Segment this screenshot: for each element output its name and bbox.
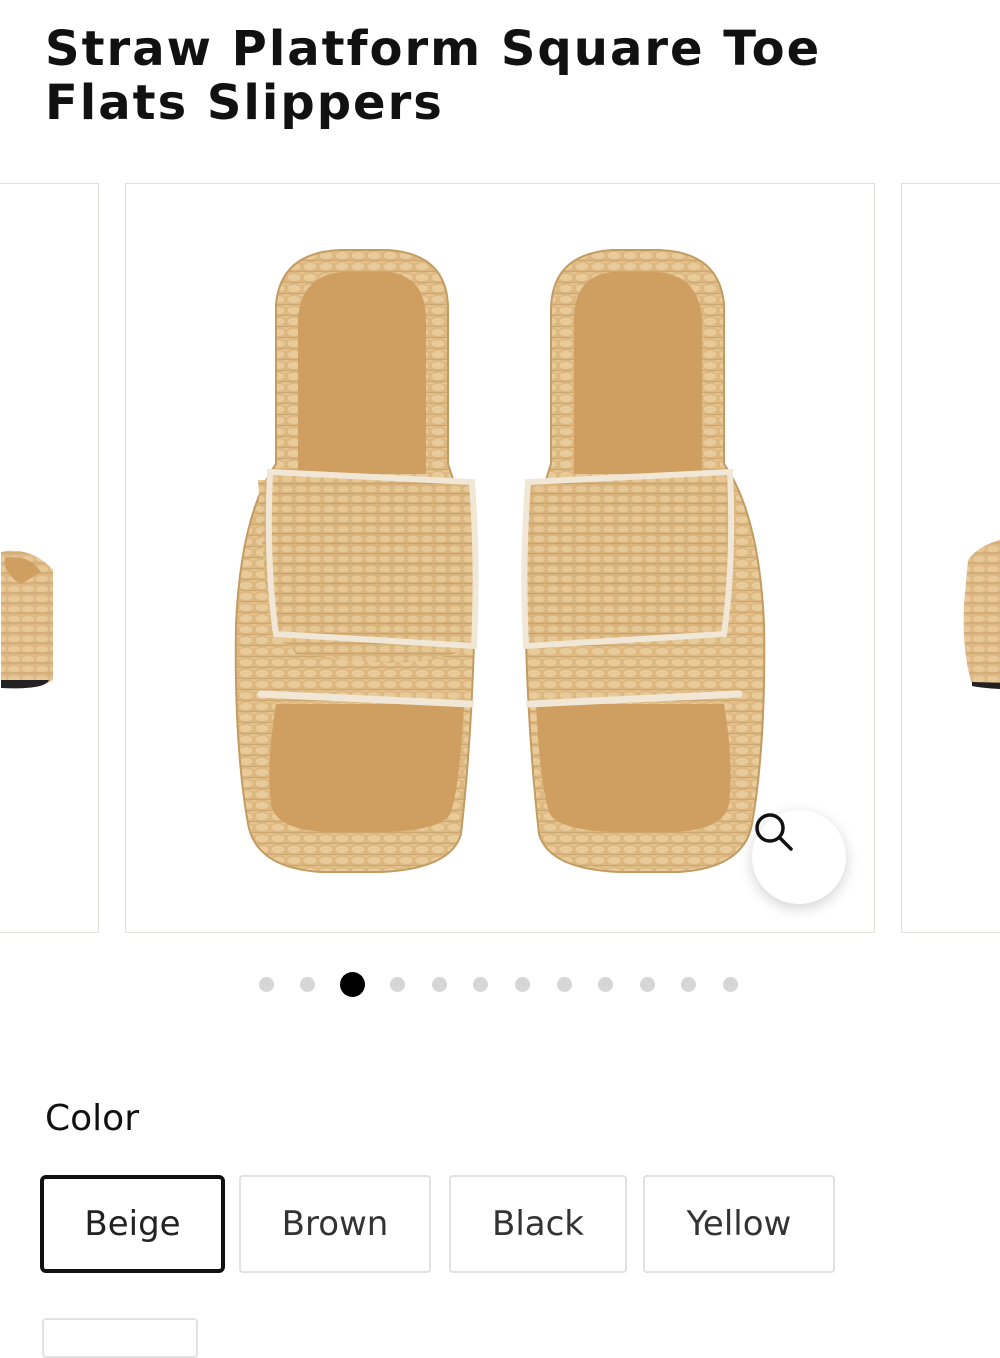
carousel-slide-main[interactable]	[125, 183, 875, 933]
search-icon	[755, 813, 793, 851]
color-option-beige[interactable]: Beige	[40, 1175, 225, 1273]
carousel-dot[interactable]	[473, 977, 489, 992]
carousel-pagination	[0, 970, 1000, 1000]
color-option-more[interactable]	[42, 1318, 198, 1358]
carousel-dot[interactable]	[514, 977, 530, 992]
carousel-dot[interactable]	[681, 977, 697, 992]
right-slipper	[521, 249, 766, 873]
color-option-brown[interactable]: Brown	[239, 1175, 431, 1273]
carousel-slide-next[interactable]	[901, 183, 1000, 933]
carousel-dot[interactable]	[598, 977, 614, 992]
carousel-dot[interactable]	[300, 977, 316, 992]
left-slipper	[234, 249, 479, 873]
carousel-dot[interactable]	[258, 977, 274, 992]
carousel-dot[interactable]	[556, 977, 572, 992]
carousel-dot[interactable]	[722, 977, 738, 992]
color-option-yellow[interactable]: Yellow	[643, 1175, 835, 1273]
slipper-side-image	[963, 540, 1000, 690]
carousel-dot[interactable]	[639, 977, 655, 992]
carousel-dot-active[interactable]	[340, 972, 366, 997]
color-option-black[interactable]: Black	[449, 1175, 627, 1273]
slipper-side-image	[1, 550, 53, 689]
image-carousel[interactable]	[0, 183, 1000, 933]
product-title: Straw Platform Square Toe Flats Slippers	[45, 21, 822, 131]
color-option-label: Color	[45, 1098, 139, 1139]
carousel-dot[interactable]	[390, 977, 406, 992]
carousel-dot[interactable]	[431, 977, 447, 992]
zoom-button[interactable]	[752, 810, 846, 904]
carousel-slide-previous[interactable]	[0, 183, 99, 933]
